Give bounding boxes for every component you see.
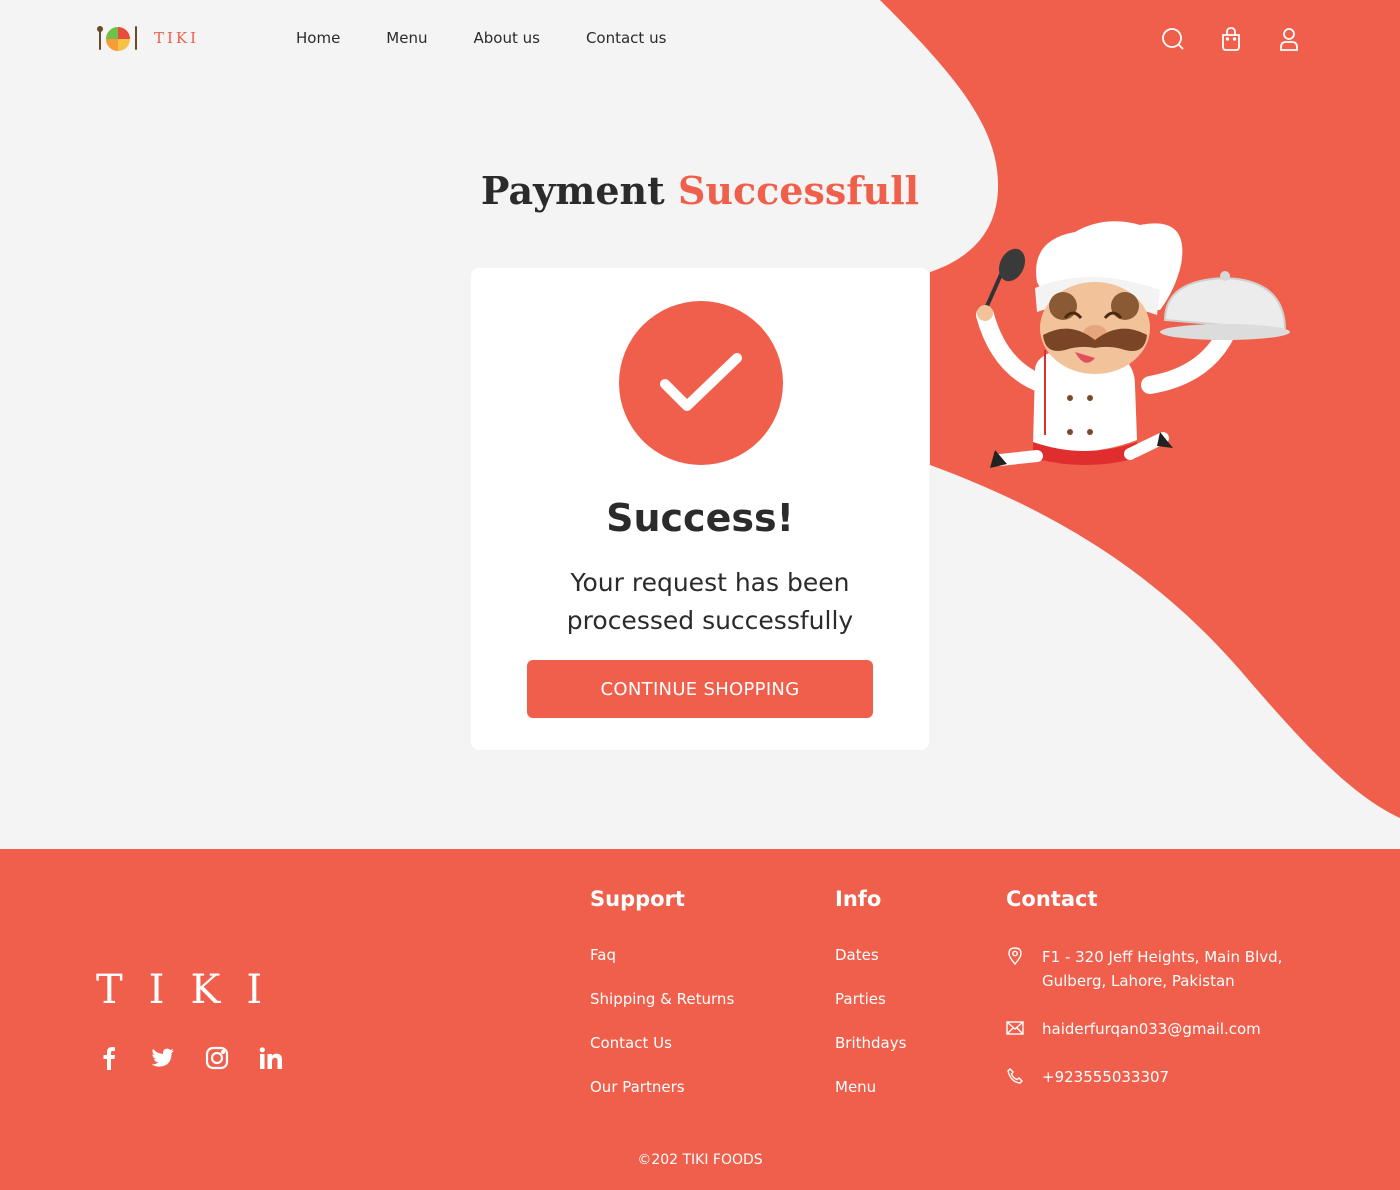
footer-link-dates[interactable]: Dates <box>835 945 906 966</box>
footer-link-menu[interactable]: Menu <box>835 1077 906 1098</box>
footer-support-column: Support Faq Shipping & Returns Contact U… <box>590 887 734 1121</box>
twitter-icon[interactable] <box>150 1045 176 1071</box>
brand-name: TIKI <box>154 29 200 47</box>
food-logo-icon <box>97 26 137 51</box>
search-icon[interactable] <box>1160 26 1186 52</box>
instagram-icon[interactable] <box>204 1045 230 1071</box>
top-header: TIKI Home Menu About us Contact us <box>0 0 1400 80</box>
contact-email[interactable]: haiderfurqan033@gmail.com <box>1042 1017 1292 1041</box>
contact-email-row: haiderfurqan033@gmail.com <box>1006 1017 1292 1041</box>
nav-link-about-us[interactable]: About us <box>473 29 539 47</box>
footer-link-shipping-returns[interactable]: Shipping & Returns <box>590 989 734 1010</box>
site-footer: TIKI Support Faq Shipping & Returns Cont… <box>0 849 1400 1190</box>
footer-brand-logo[interactable]: TIKI <box>96 967 288 1013</box>
header-actions <box>1128 26 1302 52</box>
page-title-main: Payment <box>480 168 665 213</box>
footer-link-parties[interactable]: Parties <box>835 989 906 1010</box>
nav-link-home[interactable]: Home <box>296 29 340 47</box>
page-title-accent: Successfull <box>677 168 920 213</box>
success-message: Your request has been processed successf… <box>566 568 854 635</box>
nav-link-menu[interactable]: Menu <box>386 29 427 47</box>
shopping-bag-icon[interactable] <box>1218 26 1244 52</box>
copyright-text: ©202 TIKI FOODS <box>637 1152 763 1168</box>
facebook-icon[interactable] <box>96 1045 122 1071</box>
nav-link-contact-us[interactable]: Contact us <box>586 29 666 47</box>
chef-illustration <box>976 221 1290 468</box>
footer-link-faq[interactable]: Faq <box>590 945 734 966</box>
main-navigation: Home Menu About us Contact us <box>296 29 712 47</box>
brand-logo[interactable]: TIKI <box>96 22 199 54</box>
footer-link-our-partners[interactable]: Our Partners <box>590 1077 734 1098</box>
linkedin-icon[interactable] <box>258 1045 284 1071</box>
success-check-icon <box>619 301 783 465</box>
phone-icon <box>1006 1067 1024 1085</box>
support-heading: Support <box>590 887 685 911</box>
success-heading: Success! <box>606 496 794 540</box>
contact-address-row: F1 - 320 Jeff Heights, Main Blvd, Gulber… <box>1006 945 1292 993</box>
continue-shopping-button[interactable]: CONTINUE SHOPPING <box>527 660 873 718</box>
footer-contact-column: Contact F1 - 320 Jeff Heights, Main Blvd… <box>1006 887 1292 1113</box>
footer-link-contact-us[interactable]: Contact Us <box>590 1033 734 1054</box>
contact-phone[interactable]: +923555033307 <box>1042 1065 1292 1089</box>
location-pin-icon <box>1006 947 1024 965</box>
footer-info-column: Info Dates Parties Brithdays Menu <box>835 887 906 1121</box>
page-title: Payment Successfull <box>0 168 1400 213</box>
contact-phone-row: +923555033307 <box>1006 1065 1292 1089</box>
mail-icon <box>1006 1019 1024 1037</box>
contact-heading: Contact <box>1006 887 1098 911</box>
payment-success-card: Success! Your request has been processed… <box>471 268 929 750</box>
social-links <box>96 1045 312 1071</box>
footer-link-birthdays[interactable]: Brithdays <box>835 1033 906 1054</box>
info-heading: Info <box>835 887 882 911</box>
user-icon[interactable] <box>1276 26 1302 52</box>
contact-address: F1 - 320 Jeff Heights, Main Blvd, Gulber… <box>1042 948 1283 990</box>
